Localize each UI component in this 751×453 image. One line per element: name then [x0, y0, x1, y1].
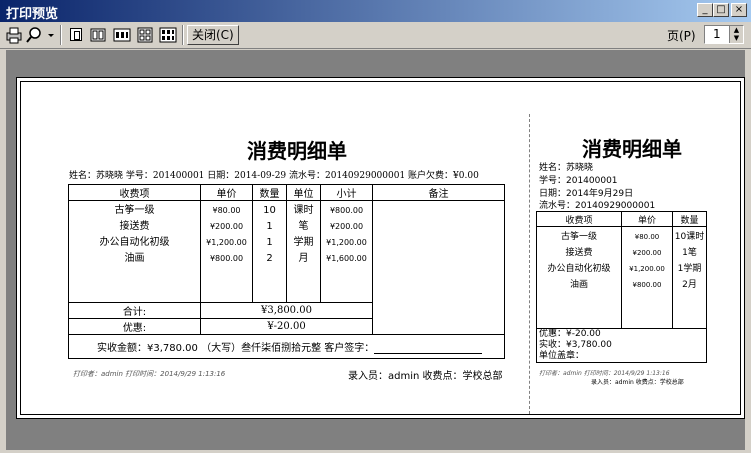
- two-pages-icon[interactable]: [88, 25, 108, 45]
- header-subtotal: 小计: [320, 184, 373, 201]
- header-qty: 数量: [252, 184, 287, 201]
- header-item: 收费项: [68, 184, 201, 201]
- one-page-icon[interactable]: [66, 25, 86, 45]
- item-unit: 课时: [293, 205, 314, 216]
- receipt-title: 消费明细单: [582, 137, 682, 161]
- total-value: ¥3,800.00: [200, 302, 373, 319]
- item-name: 古筝一级: [560, 232, 597, 242]
- close-preview-button[interactable]: 关闭(C): [187, 25, 239, 45]
- item-subtotal: ¥1,200.00: [326, 238, 367, 247]
- toolbar-separator: [182, 25, 184, 45]
- stamp-line: 单位盖章：: [539, 351, 585, 361]
- item-qty: 1学期: [677, 264, 702, 274]
- window-title: 打印预览: [6, 7, 59, 22]
- header-remark: 备注: [372, 184, 505, 201]
- item-price: ¥800.00: [632, 281, 662, 289]
- cut-line: [529, 114, 530, 414]
- discount-label: 优惠:: [68, 318, 201, 335]
- paid-line: 实收：¥3,780.00: [539, 340, 612, 350]
- minimize-button[interactable]: _: [697, 3, 713, 17]
- header-price: 单价: [200, 184, 253, 201]
- item-unit: 笔: [298, 221, 309, 232]
- item-name: 办公自动化初级: [547, 264, 611, 274]
- page-number-value: 1: [713, 27, 721, 41]
- item-name: 办公自动化初级: [99, 237, 170, 248]
- student-id: 学号：201400001: [539, 176, 618, 186]
- item-unit: 月: [298, 253, 309, 264]
- item-qty: 10: [263, 205, 276, 216]
- item-price: ¥200.00: [632, 249, 662, 257]
- item-subtotal: ¥200.00: [329, 222, 364, 231]
- printer-info: 打印者：admin 打印时间：2014/9/29 1:13:16: [73, 370, 226, 378]
- item-price: ¥200.00: [209, 222, 244, 231]
- serial-number: 流水号：20140929000001: [539, 201, 656, 211]
- item-qty: 10课时: [674, 232, 705, 242]
- item-name: 古筝一级: [114, 205, 155, 216]
- item-qty: 1: [266, 221, 273, 232]
- receipt-table: 收费项 单价 数量 单位 小计 备注 古筝一级接送费办公自动化初级 油画 ¥80.…: [68, 184, 505, 359]
- print-page: 消费明细单 姓名：苏晓晓 学号：201400001 日期：2014-09-29 …: [16, 77, 745, 419]
- item-price: ¥80.00: [212, 206, 241, 215]
- receipt-title: 消费明细单: [247, 139, 347, 163]
- item-price: ¥1,200.00: [629, 265, 665, 273]
- printer-info: 打印者：admin 打印时间：2014/9/29 1:13:16: [539, 370, 670, 377]
- receipt-table-small: 收费项 单价 数量 古筝一级接送费办公自动化初级 油画 ¥80.00 ¥200.00…: [536, 211, 707, 363]
- page-number-input[interactable]: 1 ▲ ▼: [704, 25, 744, 44]
- discount-value: ¥-20.00: [200, 318, 373, 335]
- title-bar: 打印预览 _ □ ×: [0, 0, 751, 22]
- item-price: ¥800.00: [209, 254, 244, 263]
- header-price: 单价: [621, 211, 673, 227]
- item-qty: 2月: [682, 280, 697, 290]
- header-unit: 单位: [286, 184, 321, 201]
- item-name: 油画: [569, 280, 588, 290]
- item-subtotal: ¥800.00: [329, 206, 364, 215]
- item-qty: 1笔: [682, 248, 697, 258]
- zoom-icon[interactable]: [26, 25, 56, 45]
- item-qty: 2: [266, 253, 273, 264]
- item-subtotal: ¥1,600.00: [326, 254, 367, 263]
- page-spinner[interactable]: ▲ ▼: [729, 26, 743, 43]
- header-item: 收费项: [536, 211, 622, 227]
- preview-area[interactable]: 消费明细单 姓名：苏晓晓 学号：201400001 日期：2014-09-29 …: [6, 50, 745, 450]
- signature-line: [374, 343, 483, 354]
- entry-info: 录入员：admin 收费点：学校总部: [591, 379, 684, 386]
- item-name: 油画: [124, 253, 145, 264]
- item-price: ¥1,200.00: [206, 238, 247, 247]
- page-label: 页(P): [667, 29, 696, 43]
- item-price: ¥80.00: [634, 233, 660, 241]
- customer-name: 姓名：苏晓晓: [539, 163, 594, 173]
- receipt-info-line: 姓名：苏晓晓 学号：201400001 日期：2014-09-29 流水号：20…: [69, 171, 479, 181]
- toolbar-separator: [60, 25, 62, 45]
- item-qty: 1: [266, 237, 273, 248]
- header-qty: 数量: [672, 211, 707, 227]
- paid-amount-line: 实收金额：¥3,780.00 （大写）叁仟柒佰捌拾元整 客户签字：: [97, 343, 375, 354]
- three-pages-icon[interactable]: [112, 25, 132, 45]
- print-icon[interactable]: [4, 25, 24, 45]
- entry-info: 录入员：admin 收费点：学校总部: [348, 371, 503, 382]
- four-pages-icon[interactable]: [135, 25, 155, 45]
- maximize-button[interactable]: □: [713, 3, 729, 17]
- item-unit: 学期: [293, 237, 314, 248]
- close-window-button[interactable]: ×: [731, 3, 747, 17]
- item-name: 接送费: [119, 221, 150, 232]
- six-pages-icon[interactable]: [158, 25, 178, 45]
- discount-line: 优惠：¥-20.00: [539, 329, 601, 339]
- item-name: 接送费: [565, 248, 593, 258]
- remark-cell: [372, 200, 505, 335]
- total-label: 合计:: [68, 302, 201, 319]
- toolbar: 关闭(C): [0, 22, 751, 49]
